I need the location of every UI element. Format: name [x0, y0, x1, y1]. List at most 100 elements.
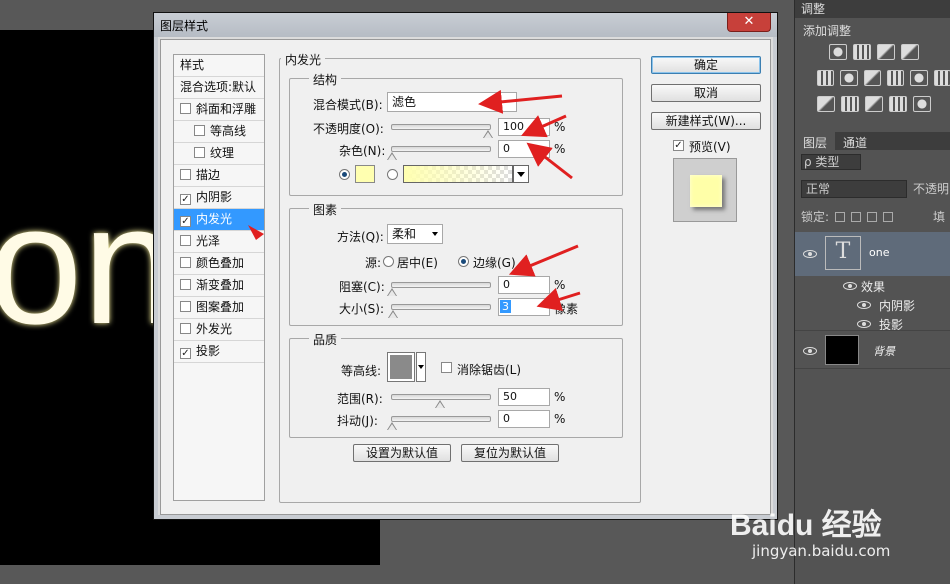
visibility-eye-icon[interactable]	[803, 347, 817, 355]
vibrance-icon[interactable]	[817, 70, 835, 86]
reset-default-button[interactable]: 复位为默认值	[461, 444, 559, 462]
style-list-item[interactable]: ✓ 内发光	[174, 209, 264, 231]
layer-blend-select[interactable]: 正常	[801, 180, 907, 198]
solid-color-radio[interactable]	[339, 169, 350, 180]
posterize-icon[interactable]	[841, 96, 859, 112]
lock-transparency-icon[interactable]	[835, 211, 846, 222]
ok-button[interactable]: 确定	[651, 56, 761, 74]
jitter-slider[interactable]	[391, 416, 491, 422]
tab-channels[interactable]: 通道	[835, 132, 875, 150]
style-list-item[interactable]: 斜面和浮雕	[174, 99, 264, 121]
color-balance-icon[interactable]	[863, 70, 881, 86]
gradient-dropdown-button[interactable]	[513, 165, 529, 183]
style-checkbox[interactable]	[180, 103, 191, 114]
visibility-eye-icon[interactable]	[843, 282, 857, 290]
close-button[interactable]: ✕	[727, 13, 771, 32]
style-checkbox[interactable]	[180, 301, 191, 312]
choke-slider[interactable]	[391, 282, 491, 288]
tab-layers[interactable]: 图层	[795, 132, 836, 150]
gradient-map-icon[interactable]	[889, 96, 907, 112]
dialog-titlebar[interactable]: 图层样式 ✕	[154, 13, 777, 37]
opacity-slider-thumb[interactable]	[483, 130, 493, 138]
exposure-icon[interactable]	[901, 44, 919, 60]
style-checkbox[interactable]: ✓	[180, 216, 191, 227]
layer-row-background[interactable]: 背景	[795, 330, 950, 368]
make-default-button[interactable]: 设置为默认值	[353, 444, 451, 462]
style-checkbox[interactable]	[180, 323, 191, 334]
lock-move-icon[interactable]	[867, 211, 878, 222]
style-list-item[interactable]: 描边	[174, 165, 264, 187]
style-checkbox[interactable]	[180, 279, 191, 290]
style-checkbox[interactable]	[194, 125, 205, 136]
contour-dropdown-button[interactable]	[416, 352, 426, 382]
choke-input[interactable]: 0	[498, 276, 550, 294]
opacity-slider[interactable]	[391, 124, 491, 130]
opacity-input[interactable]: 100	[498, 118, 550, 136]
style-list-item[interactable]: 外发光	[174, 319, 264, 341]
glow-color-swatch[interactable]	[355, 165, 375, 183]
cancel-button[interactable]: 取消	[651, 84, 761, 102]
layer-filter-select[interactable]: ρ 类型	[801, 154, 861, 170]
lock-all-icon[interactable]	[883, 211, 894, 222]
tab-adjustments[interactable]: 调整	[795, 0, 950, 18]
style-checkbox[interactable]	[180, 235, 191, 246]
curves-icon[interactable]	[877, 44, 895, 60]
preview-label[interactable]: 预览(V)	[689, 138, 731, 155]
layer-row-one[interactable]: T one	[795, 232, 950, 276]
noise-input[interactable]: 0	[498, 140, 550, 158]
style-list-item[interactable]: 等高线	[174, 121, 264, 143]
noise-slider-thumb[interactable]	[387, 152, 397, 160]
jitter-input[interactable]: 0	[498, 410, 550, 428]
jitter-slider-thumb[interactable]	[387, 422, 397, 430]
style-checkbox[interactable]: ✓	[180, 348, 191, 359]
hue-saturation-icon[interactable]	[840, 70, 858, 86]
threshold-icon[interactable]	[865, 96, 883, 112]
black-white-icon[interactable]	[886, 70, 905, 86]
range-slider-thumb[interactable]	[435, 400, 445, 408]
source-edge-radio[interactable]	[458, 256, 469, 267]
layer-name[interactable]: 背景	[873, 343, 895, 359]
blend-mode-select[interactable]: 滤色	[387, 92, 517, 112]
style-list-item[interactable]: ✓ 投影	[174, 341, 264, 363]
style-list-item[interactable]: 渐变叠加	[174, 275, 264, 297]
antialias-label[interactable]: 消除锯齿(L)	[457, 361, 521, 378]
range-input[interactable]: 50	[498, 388, 550, 406]
glow-gradient-picker[interactable]	[403, 165, 513, 183]
method-select[interactable]: 柔和	[387, 224, 443, 244]
visibility-eye-icon[interactable]	[803, 250, 817, 258]
selective-color-icon[interactable]	[913, 96, 931, 112]
effects-row[interactable]: 效果	[795, 276, 950, 295]
size-slider-thumb[interactable]	[388, 310, 399, 318]
visibility-eye-icon[interactable]	[857, 301, 871, 309]
style-list-item[interactable]: 图案叠加	[174, 297, 264, 319]
gradient-radio[interactable]	[387, 169, 398, 180]
layer-name[interactable]: one	[869, 246, 889, 259]
size-slider[interactable]	[391, 304, 491, 310]
choke-slider-thumb[interactable]	[387, 288, 397, 296]
source-center-label[interactable]: 居中(E)	[397, 254, 438, 271]
source-center-radio[interactable]	[383, 256, 394, 267]
style-list-item[interactable]: 纹理	[174, 143, 264, 165]
blending-options-item[interactable]: 混合选项:默认	[174, 77, 264, 99]
antialias-checkbox[interactable]	[441, 362, 452, 373]
style-checkbox[interactable]	[180, 257, 191, 268]
photo-filter-icon[interactable]	[910, 70, 928, 86]
style-checkbox[interactable]	[180, 169, 191, 180]
brightness-icon[interactable]	[829, 44, 847, 60]
noise-slider[interactable]	[391, 146, 491, 152]
effect-row-inner-shadow[interactable]: 内阴影	[795, 295, 950, 314]
source-edge-label[interactable]: 边缘(G)	[473, 254, 516, 271]
style-list-item[interactable]: 颜色叠加	[174, 253, 264, 275]
channel-mixer-icon[interactable]	[933, 70, 950, 86]
style-checkbox[interactable]	[194, 147, 205, 158]
lock-brush-icon[interactable]	[851, 211, 862, 222]
style-list-item[interactable]: 光泽	[174, 231, 264, 253]
new-style-button[interactable]: 新建样式(W)...	[651, 112, 761, 130]
visibility-eye-icon[interactable]	[857, 320, 871, 328]
style-list-item[interactable]: ✓ 内阴影	[174, 187, 264, 209]
style-checkbox[interactable]: ✓	[180, 194, 191, 205]
levels-icon[interactable]	[853, 44, 871, 60]
invert-icon[interactable]	[817, 96, 835, 112]
contour-picker[interactable]	[387, 352, 415, 382]
preview-checkbox[interactable]: ✓	[673, 140, 684, 151]
